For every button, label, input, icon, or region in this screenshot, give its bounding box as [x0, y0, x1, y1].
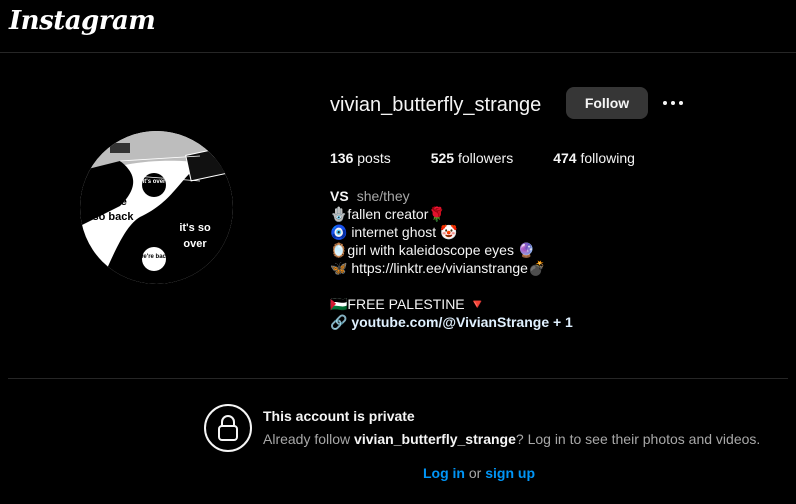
- bio-line: 🦋 https://linktr.ee/vivianstrange💣: [330, 260, 546, 276]
- svg-text:over: over: [183, 238, 207, 250]
- following-label: following: [580, 150, 635, 166]
- bio-external-link[interactable]: youtube.com/@VivianStrange + 1: [351, 314, 573, 330]
- bio-palestine: 🇵🇸FREE PALESTINE 🔻: [330, 296, 486, 312]
- followers-label: followers: [457, 150, 514, 166]
- followers-stat[interactable]: 525 followers: [431, 150, 514, 166]
- lock-icon: [204, 404, 252, 452]
- lock-glyph: [218, 415, 238, 441]
- instagram-logo[interactable]: Instagram: [9, 6, 156, 36]
- private-message-username: vivian_butterfly_strange: [354, 431, 516, 447]
- follow-button[interactable]: Follow: [566, 87, 648, 119]
- dot: [663, 101, 667, 105]
- posts-stat: 136 posts: [330, 150, 391, 166]
- bio-pronouns: she/they: [356, 188, 410, 204]
- bio-spacer: [330, 277, 573, 295]
- auth-row: Log in or sign up: [423, 465, 535, 481]
- bio-line: 🪬fallen creator🌹: [330, 206, 446, 222]
- profile-stats: 136 posts 525 followers 474 following: [330, 150, 675, 166]
- profile-bio: VS she/they 🪬fallen creator🌹 🧿 internet g…: [330, 187, 573, 331]
- avatar-text-small-top: it's over: [143, 179, 166, 185]
- svg-text:we're: we're: [98, 196, 127, 208]
- private-message: Already follow vivian_butterfly_strange?…: [263, 431, 760, 447]
- svg-text:it's so: it's so: [179, 222, 211, 234]
- private-message-suffix: ? Log in to see their photos and videos.: [515, 431, 761, 447]
- private-message-prefix: Already follow: [263, 431, 355, 447]
- signup-link[interactable]: sign up: [485, 465, 535, 481]
- posts-count: 136: [330, 150, 354, 166]
- bio-name: VS: [330, 188, 349, 204]
- or-text: or: [468, 465, 482, 481]
- following-stat[interactable]: 474 following: [553, 150, 635, 166]
- profile-username: vivian_butterfly_strange: [330, 94, 542, 116]
- login-link[interactable]: Log in: [423, 465, 465, 481]
- avatar[interactable]: it's over we're back we're so back it's …: [80, 131, 233, 284]
- top-bar: Instagram: [0, 0, 796, 53]
- followers-count: 525: [430, 150, 455, 166]
- dot: [679, 101, 683, 105]
- avatar-image: it's over we're back we're so back it's …: [80, 131, 233, 284]
- following-count: 474: [553, 150, 577, 166]
- posts-label: posts: [357, 150, 391, 166]
- bio-link-line: 🔗 youtube.com/@VivianStrange + 1: [330, 313, 573, 331]
- dot: [671, 101, 675, 105]
- private-title: This account is private: [263, 408, 415, 424]
- bio-line: 🪞girl with kaleidoscope eyes 🔮: [330, 242, 536, 258]
- more-options-icon[interactable]: [660, 91, 686, 115]
- bio-line: 🧿 internet ghost 🤡: [330, 224, 458, 240]
- avatar-text-small-bottom: we're back: [138, 254, 170, 260]
- svg-text:so back: so back: [93, 211, 135, 223]
- bio-name-line: VS she/they: [330, 187, 573, 205]
- link-icon: 🔗: [330, 314, 348, 330]
- section-divider: [8, 378, 788, 379]
